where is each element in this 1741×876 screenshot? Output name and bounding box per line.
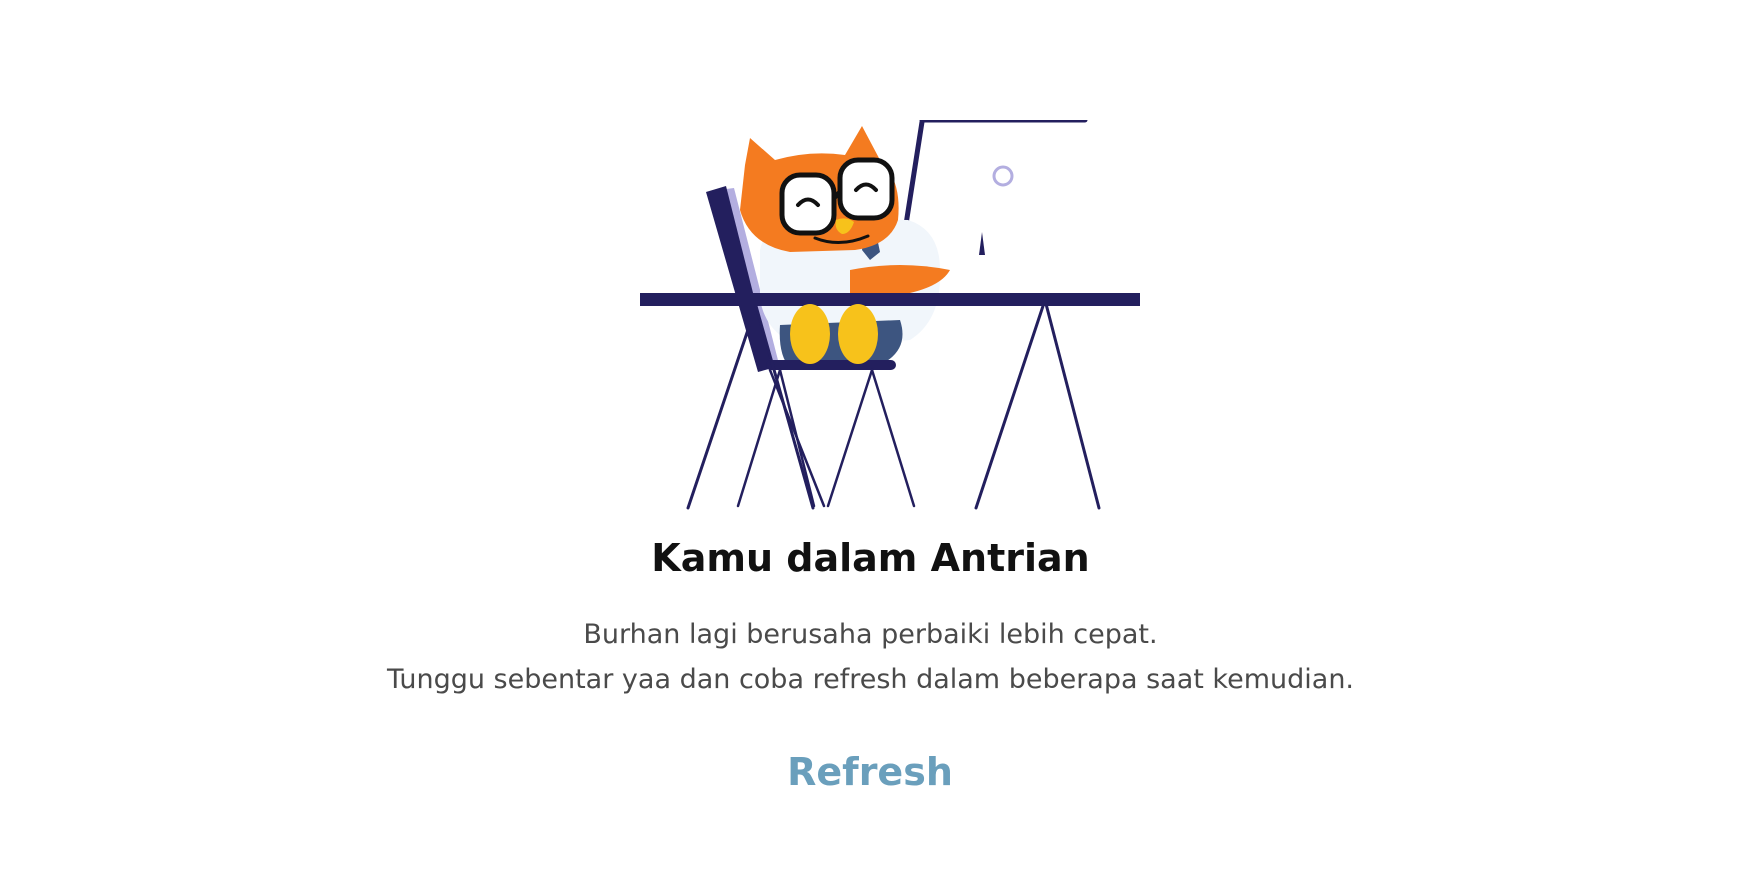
refresh-button[interactable]: Refresh [770,742,970,802]
page-title: Kamu dalam Antrian [651,536,1090,580]
description-line-2: Tunggu sebentar yaa dan coba refresh dal… [386,664,1355,695]
description: Burhan lagi berusaha perbaiki lebih cepa… [0,612,1741,702]
owl-mascot-at-desk-icon [640,120,1140,510]
description-line-1: Burhan lagi berusaha perbaiki lebih cepa… [583,619,1158,650]
queue-page: Kamu dalam Antrian Burhan lagi berusaha … [0,0,1741,876]
